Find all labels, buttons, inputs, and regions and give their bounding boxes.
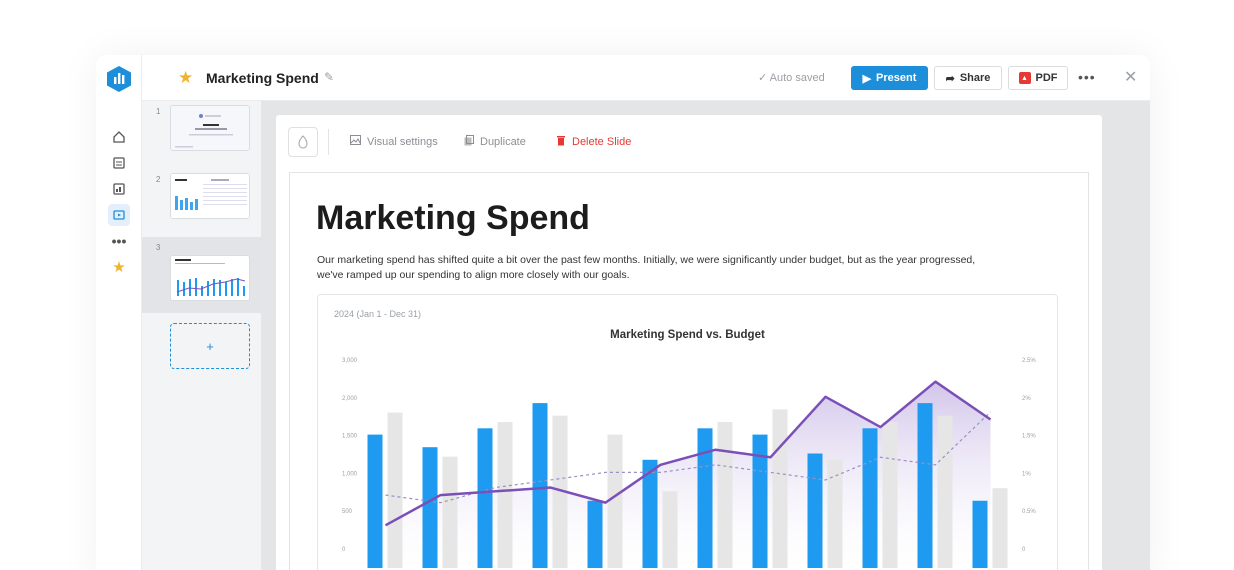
budget-bar	[937, 415, 953, 568]
pdf-button[interactable]: ▲ PDF	[1008, 66, 1068, 90]
editor-area: Visual settings Duplicate Delete Slide M…	[262, 101, 1150, 570]
app-window: ••• ★ ★ Marketing Spend ✎ ✓ Auto saved ▶…	[96, 55, 1150, 570]
add-slide-plus: +	[206, 338, 214, 354]
screenshot-stage: ••• ★ ★ Marketing Spend ✎ ✓ Auto saved ▶…	[0, 0, 1234, 570]
image-settings-icon	[350, 135, 361, 148]
share-arrow-icon: ➦	[945, 72, 955, 85]
top-bar: ★ Marketing Spend ✎ ✓ Auto saved ▶ Prese…	[142, 55, 1150, 101]
right-axis-tick-label: 1%	[1022, 471, 1031, 477]
right-axis-tick-label: 2%	[1022, 396, 1031, 402]
budget-bar	[882, 422, 898, 568]
close-icon[interactable]: ✕	[1124, 67, 1137, 87]
left-axis-tick-label: 2,000	[342, 396, 358, 402]
spend-bar	[697, 428, 713, 568]
left-axis-tick-label: 3,000	[342, 358, 358, 364]
spend-bar	[862, 428, 878, 568]
slide-preview	[170, 255, 250, 301]
slide-number: 3	[156, 243, 161, 252]
budget-bar	[662, 491, 678, 568]
presentation-icon[interactable]	[108, 204, 130, 226]
pdf-label: PDF	[1035, 72, 1058, 84]
spend-bar	[367, 434, 383, 568]
budget-bar	[992, 488, 1008, 568]
right-axis-tick-label: 2.5%	[1022, 358, 1036, 364]
chart-plot: 3,000 2,000 1,500 1,000 500 0 2.5% 2% 1.5% 1% 0.5%…	[342, 358, 1036, 568]
slide-preview	[170, 105, 250, 151]
delete-slide-button[interactable]: Delete Slide	[556, 135, 631, 149]
visual-settings-label: Visual settings	[367, 135, 438, 148]
play-icon: ▶	[862, 72, 872, 85]
budget-bar	[717, 422, 733, 568]
left-rail: ••• ★	[96, 55, 142, 570]
slide-canvas[interactable]: Marketing Spend Our marketing spend has …	[289, 172, 1089, 570]
present-label: Present	[876, 72, 917, 84]
left-axis-tick-label: 1,500	[342, 434, 358, 440]
edit-pencil-icon[interactable]: ✎	[324, 70, 334, 84]
slide-thumbnail-panel: 1 2 3 +	[142, 101, 262, 570]
right-axis-tick-label: 0.5%	[1022, 509, 1036, 515]
trash-icon	[556, 135, 566, 149]
slide-preview	[170, 173, 250, 219]
present-button[interactable]: ▶ Present	[851, 66, 928, 90]
slide-number: 1	[156, 107, 161, 116]
slide-thumbnail-selected[interactable]: 3	[142, 237, 262, 313]
spend-bar	[917, 403, 933, 568]
slide-thumbnail[interactable]: 2	[142, 169, 262, 237]
share-label: Share	[959, 72, 991, 84]
budget-bar	[827, 459, 843, 568]
spend-bar	[532, 403, 548, 568]
drag-handle-icon[interactable]	[288, 127, 318, 157]
budget-bar	[772, 409, 788, 568]
left-axis-tick-label: 0	[342, 547, 346, 553]
duplicate-icon	[464, 135, 474, 149]
spend-bar	[587, 500, 603, 568]
document-title[interactable]: Marketing Spend	[206, 70, 319, 86]
favorites-star-icon[interactable]: ★	[108, 256, 130, 278]
spend-bar	[807, 453, 823, 568]
duplicate-label: Duplicate	[480, 136, 526, 148]
slide-editor-card: Visual settings Duplicate Delete Slide M…	[276, 115, 1102, 570]
duplicate-button[interactable]: Duplicate	[464, 135, 526, 149]
slide-number: 2	[156, 175, 161, 184]
home-icon[interactable]	[108, 126, 130, 148]
dashboard-icon[interactable]	[108, 152, 130, 174]
report-icon[interactable]	[108, 178, 130, 200]
slide-toolbar: Visual settings Duplicate Delete Slide	[276, 115, 1102, 167]
favorite-star-icon[interactable]: ★	[178, 69, 193, 86]
share-button[interactable]: ➦ Share	[934, 66, 1002, 90]
app-logo-icon[interactable]	[107, 66, 131, 92]
left-axis-tick-label: 1,000	[342, 471, 358, 477]
delete-slide-label: Delete Slide	[572, 136, 632, 148]
right-axis-tick-label: 1.5%	[1022, 434, 1036, 440]
visual-settings-button[interactable]: Visual settings	[350, 135, 438, 148]
chart-widget[interactable]: 2024 (Jan 1 - Dec 31) Marketing Spend vs…	[317, 294, 1058, 570]
slide-thumbnail[interactable]: 1	[142, 101, 262, 169]
add-slide-button[interactable]: +	[170, 323, 250, 369]
budget-bar	[442, 456, 458, 568]
autosave-label: Auto saved	[769, 72, 825, 84]
left-axis-tick-label: 500	[342, 509, 353, 515]
budget-bar	[607, 434, 623, 568]
budget-bar	[387, 412, 403, 568]
spend-bar	[422, 447, 438, 568]
spend-bar	[972, 500, 988, 568]
slide-title[interactable]: Marketing Spend	[316, 199, 590, 238]
budget-bar	[497, 422, 513, 568]
pdf-icon: ▲	[1018, 72, 1031, 84]
more-options-icon[interactable]: •••	[1078, 69, 1096, 85]
toolbar-divider	[328, 129, 329, 155]
slide-description[interactable]: Our marketing spend has shifted quite a …	[317, 253, 977, 283]
more-icon[interactable]: •••	[108, 230, 130, 252]
spend-bar	[477, 428, 493, 568]
right-axis-tick-label: 0	[1022, 547, 1026, 553]
autosave-status: ✓ Auto saved	[758, 72, 825, 84]
